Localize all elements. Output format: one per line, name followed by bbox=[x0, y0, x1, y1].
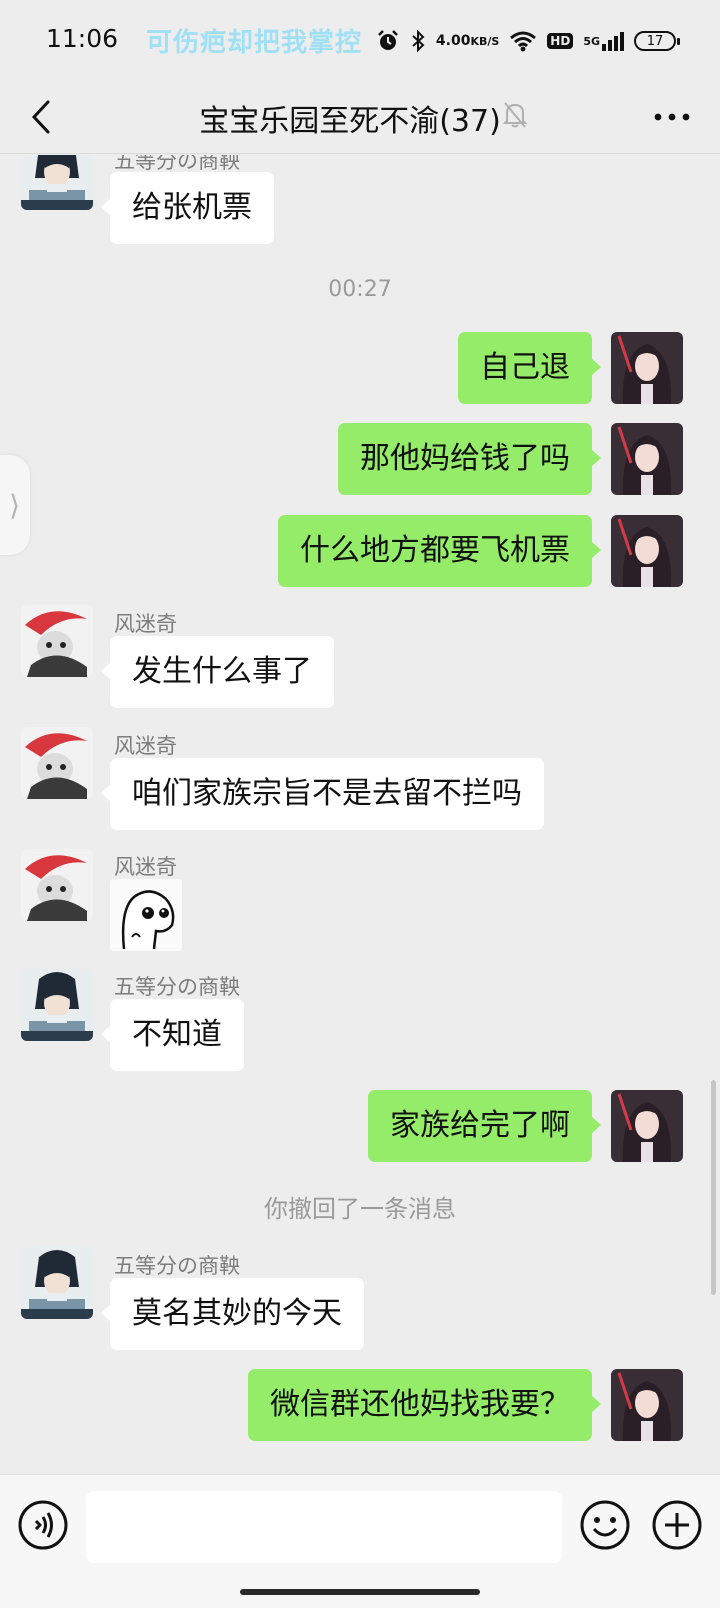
message-bubble[interactable]: 给张机票 bbox=[101, 172, 274, 244]
more-button[interactable] bbox=[646, 94, 698, 140]
status-icons: 4.00 KB/S HD 5G 17 bbox=[376, 26, 680, 56]
emoji-button[interactable] bbox=[579, 1499, 631, 1551]
message-bubble[interactable]: 莫名其妙的今天 bbox=[101, 1278, 364, 1350]
net-speed-value: 4.00 bbox=[435, 32, 471, 49]
battery-icon: 17 bbox=[634, 31, 680, 51]
chat-title: 宝宝乐园至死不渝(37) bbox=[199, 104, 501, 139]
avatar-self[interactable] bbox=[611, 423, 683, 495]
avatar-fengmiqi[interactable] bbox=[21, 605, 93, 677]
network-speed: 4.00 KB/S bbox=[435, 32, 500, 49]
status-bar: 11:06 可伤疤却把我掌控 4.00 KB/S HD 5G 17 bbox=[0, 0, 720, 80]
more-functions-button[interactable] bbox=[651, 1499, 703, 1551]
signal-icon: 5G bbox=[583, 31, 624, 51]
status-banner-text: 可伤疤却把我掌控 bbox=[146, 28, 363, 58]
avatar-fengmiqi[interactable] bbox=[21, 727, 93, 799]
message-bubble[interactable]: 自己退 bbox=[458, 332, 601, 404]
scrollbar[interactable] bbox=[711, 1080, 716, 1295]
timestamp: 00:27 bbox=[328, 277, 392, 302]
emoji-icon bbox=[580, 1500, 630, 1550]
sender-name: 风迷奇 bbox=[114, 612, 177, 636]
avatar-self[interactable] bbox=[611, 1369, 683, 1441]
avatar-self[interactable] bbox=[611, 1090, 683, 1162]
sender-name: 五等分の商鞅 bbox=[114, 975, 240, 999]
message-bubble[interactable]: 微信群还他妈找我要？ bbox=[248, 1369, 601, 1441]
input-bar bbox=[0, 1474, 720, 1608]
voice-icon bbox=[18, 1500, 68, 1550]
avatar-self[interactable] bbox=[611, 515, 683, 587]
message-bubble[interactable]: 发生什么事了 bbox=[101, 636, 334, 708]
message-bubble[interactable]: 那他妈给钱了吗 bbox=[338, 423, 601, 495]
ghost-sticker[interactable] bbox=[110, 879, 182, 951]
status-time: 11:06 bbox=[46, 24, 119, 53]
more-horizontal-icon bbox=[654, 113, 690, 121]
chevron-right-icon: ⟩ bbox=[9, 488, 20, 522]
message-bubble[interactable]: 不知道 bbox=[101, 999, 244, 1071]
sender-name: 风迷奇 bbox=[114, 734, 177, 758]
voice-button[interactable] bbox=[17, 1499, 69, 1551]
message-bubble[interactable]: 什么地方都要飞机票 bbox=[278, 515, 601, 587]
message-bubble[interactable]: 咱们家族宗旨不是去留不拦吗 bbox=[101, 758, 544, 830]
avatar-shangyang[interactable] bbox=[21, 1247, 93, 1319]
message-input[interactable] bbox=[86, 1491, 562, 1563]
message-bubble[interactable]: 家族给完了啊 bbox=[368, 1090, 601, 1162]
avatar-self[interactable] bbox=[611, 332, 683, 404]
chat-header: 宝宝乐园至死不渝(37) bbox=[0, 80, 720, 154]
bluetooth-icon bbox=[410, 29, 426, 53]
recall-notice: 你撤回了一条消息 bbox=[264, 1195, 456, 1223]
avatar-fengmiqi[interactable] bbox=[21, 849, 93, 921]
avatar-shangyang[interactable] bbox=[21, 969, 93, 1041]
sender-name: 风迷奇 bbox=[114, 855, 177, 879]
home-indicator[interactable] bbox=[240, 1589, 480, 1595]
alarm-icon bbox=[376, 29, 400, 53]
wifi-icon bbox=[509, 30, 537, 52]
plus-icon bbox=[652, 1500, 702, 1550]
battery-level: 17 bbox=[646, 33, 664, 49]
sender-name: 五等分の商鞅 bbox=[114, 1254, 240, 1278]
net-speed-unit: KB/S bbox=[470, 34, 500, 48]
network-type: 5G bbox=[583, 34, 600, 48]
hd-icon: HD bbox=[547, 33, 574, 49]
chat-area[interactable]: 五等分の商鞅 给张机票 00:27 自己退 那他妈给钱了吗 什么地方都要飞机票 … bbox=[0, 155, 720, 1475]
side-drawer-handle[interactable]: ⟩ bbox=[0, 455, 30, 555]
bell-off-icon bbox=[502, 100, 528, 134]
avatar-shangyang[interactable] bbox=[21, 155, 93, 210]
